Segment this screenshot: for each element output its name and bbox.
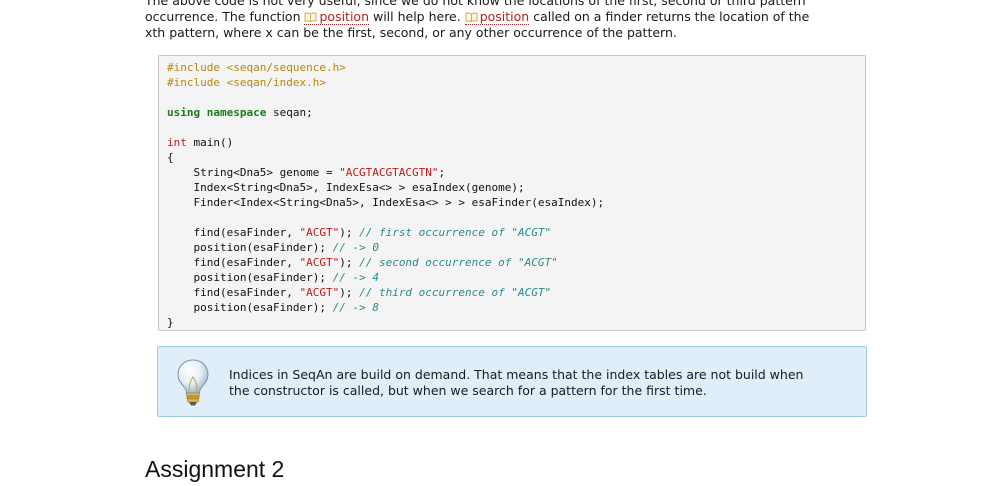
- code-comment: // third occurrence of "ACGT": [359, 286, 552, 299]
- include-directive: #include <seqan/sequence.h>: [167, 61, 346, 74]
- string-literal: "ACGT": [299, 256, 340, 269]
- string-literal: "ACGTACGTACGTN": [339, 166, 439, 179]
- note-text: Indices in SeqAn are build on demand. Th…: [229, 367, 859, 399]
- paragraph-line: xth pattern, where x can be the first, s…: [145, 25, 677, 40]
- code-text: String<Dna5> genome =: [167, 166, 340, 179]
- code-comment: // -> 0: [332, 241, 379, 254]
- code-text: find(esaFinder,: [167, 226, 300, 239]
- note-line: Indices in SeqAn are build on demand. Th…: [229, 367, 804, 382]
- code-line: find(esaFinder, "ACGT"); // third occurr…: [167, 285, 604, 300]
- link-label: position: [319, 9, 369, 24]
- lightbulb-icon: [177, 359, 209, 406]
- paragraph-text: will help here.: [369, 9, 465, 24]
- code-block[interactable]: #include <seqan/sequence.h> #include <seq…: [158, 55, 866, 331]
- book-icon: [465, 12, 478, 22]
- code-text: find(esaFinder,: [167, 286, 300, 299]
- code-line: position(esaFinder); // -> 8: [167, 300, 604, 315]
- intro-paragraph: The above code is not very useful, since…: [145, 0, 869, 41]
- section-heading: Assignment 2: [145, 456, 285, 482]
- code-text: );: [339, 226, 360, 239]
- code-comment: // -> 8: [332, 301, 379, 314]
- paragraph-line: occurrence. The function position will h…: [145, 9, 869, 25]
- paragraph-text: called on a finder returns the location …: [529, 9, 810, 24]
- code-line: position(esaFinder); // -> 0: [167, 240, 604, 255]
- info-note: Indices in SeqAn are build on demand. Th…: [157, 346, 867, 417]
- code-listing: #include <seqan/sequence.h> #include <seq…: [167, 60, 604, 330]
- code-line: find(esaFinder, "ACGT"); // second occur…: [167, 255, 604, 270]
- code-line: }: [167, 316, 174, 329]
- code-line: {: [167, 151, 174, 164]
- code-comment: // -> 4: [332, 271, 379, 284]
- paragraph-text: occurrence. The function: [145, 9, 305, 24]
- code-line: int main(): [167, 135, 604, 150]
- code-line: #include <seqan/index.h>: [167, 75, 604, 90]
- type-keyword: int: [167, 136, 187, 149]
- code-comment: // second occurrence of "ACGT": [359, 256, 558, 269]
- code-comment: // first occurrence of "ACGT": [359, 226, 552, 239]
- include-directive: #include <seqan/index.h>: [167, 76, 326, 89]
- code-line: using namespace seqan;: [167, 105, 604, 120]
- string-literal: "ACGT": [299, 286, 340, 299]
- code-text: seqan;: [266, 106, 313, 119]
- code-line: Index<String<Dna5>, IndexEsa<> > esaInde…: [167, 181, 525, 194]
- code-line: find(esaFinder, "ACGT"); // first occurr…: [167, 225, 604, 240]
- code-text: main(): [186, 136, 234, 149]
- code-text: position(esaFinder);: [167, 271, 333, 284]
- code-line: String<Dna5> genome = "ACGTACGTACGTN";: [167, 165, 604, 180]
- string-literal: "ACGT": [299, 226, 340, 239]
- link-label: position: [479, 9, 530, 24]
- position-reference-link[interactable]: position: [464, 9, 530, 25]
- book-icon: [305, 12, 317, 22]
- paragraph-line: The above code is not very useful, since…: [145, 0, 806, 8]
- note-line: the constructor is called, but when we s…: [229, 383, 707, 398]
- keyword: using namespace: [167, 106, 267, 119]
- code-line: Finder<Index<String<Dna5>, IndexEsa<> > …: [167, 196, 605, 209]
- code-text: position(esaFinder);: [167, 241, 333, 254]
- code-text: find(esaFinder,: [167, 256, 300, 269]
- code-text: );: [339, 256, 360, 269]
- code-text: position(esaFinder);: [167, 301, 333, 314]
- code-text: );: [339, 286, 360, 299]
- code-line: position(esaFinder); // -> 4: [167, 270, 604, 285]
- position-reference-link[interactable]: position: [304, 9, 369, 25]
- code-line: #include <seqan/sequence.h>: [167, 60, 604, 75]
- code-text: ;: [438, 166, 446, 179]
